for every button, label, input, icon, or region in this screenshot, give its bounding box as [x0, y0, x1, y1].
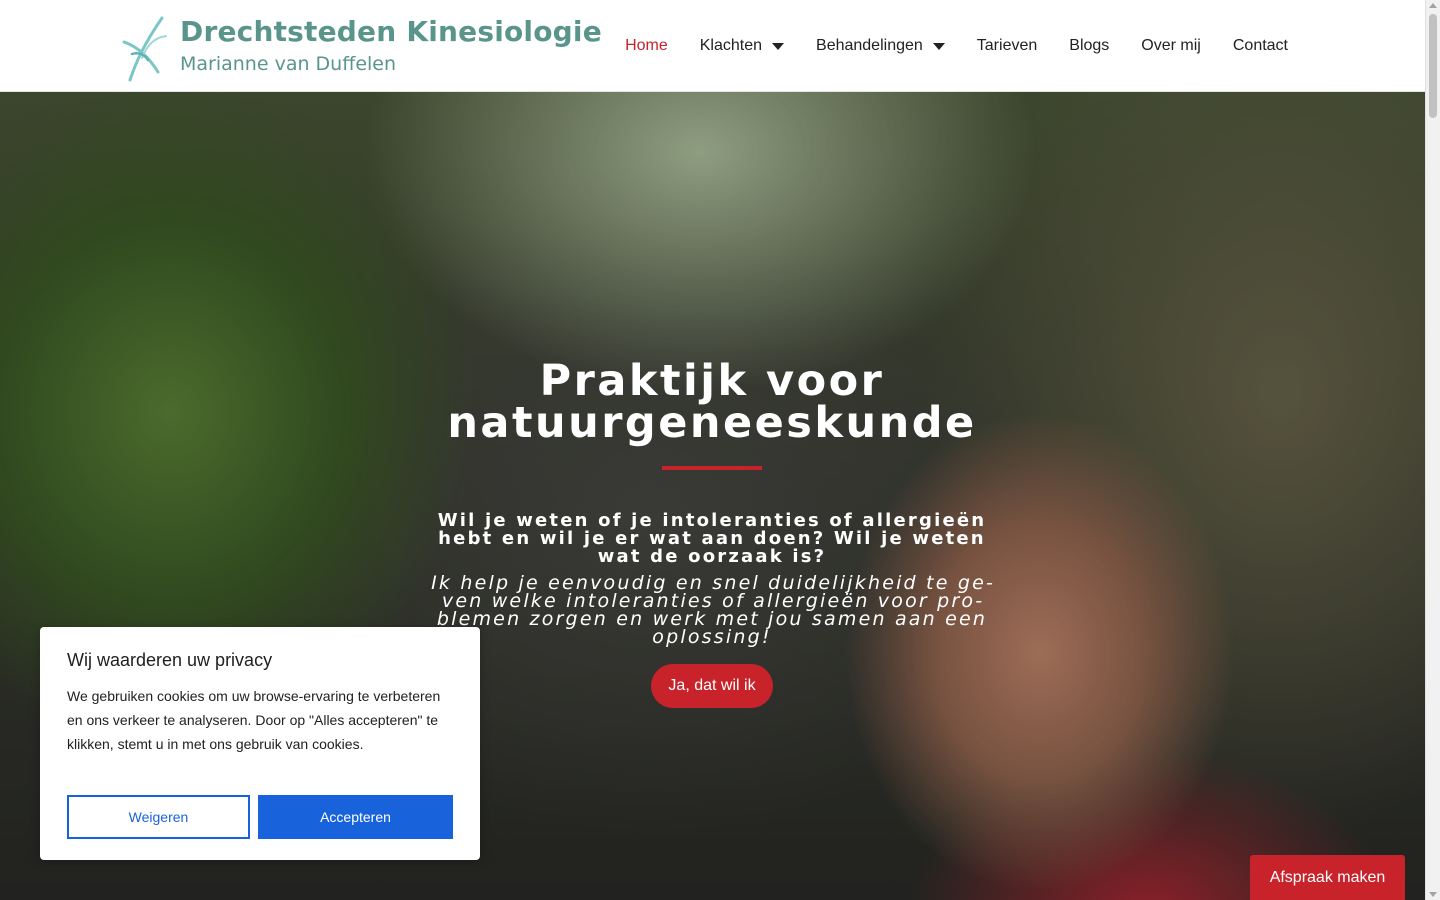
nav-label: Over mij [1141, 37, 1201, 54]
cookie-text: We gebruiken cookies om uw browse-ervari… [67, 688, 441, 752]
nav-item-klachten[interactable]: Klachten [699, 37, 785, 55]
nav-label: Tarieven [976, 37, 1038, 54]
scroll-down-icon[interactable] [1429, 892, 1437, 897]
cta-button[interactable]: Ja, dat wil ik [651, 664, 773, 708]
cookie-title: Wij waarderen uw privacy [67, 650, 273, 670]
main-nav: Home Klachten Behandelingen Tarieven Blo… [625, 0, 1288, 92]
reject-button[interactable]: Weigeren [67, 795, 250, 839]
logo[interactable]: Drechtsteden Kinesiologie Marianne van D… [122, 14, 602, 84]
scroll-thumb[interactable] [1429, 14, 1437, 118]
hero-paragraph: Ik help je eenvoudig en snel duidelijkhe… [431, 572, 993, 648]
hero-content: Praktijk voor natuurgeneeskunde Wil je w… [422, 360, 1002, 708]
nav-item-over-mij[interactable]: Over mij [1141, 37, 1201, 55]
cookie-buttons: Weigeren Accepteren [67, 795, 453, 839]
hero-divider [662, 466, 762, 470]
caret-down-icon [932, 42, 945, 50]
nav-label: Klachten [699, 37, 763, 54]
nav-label: Behandelingen [816, 37, 923, 54]
appointment-button[interactable]: Afspraak maken [1250, 855, 1405, 900]
caret-down-icon [772, 42, 785, 50]
hero-title-line2: natuurgeneeskunde [447, 398, 977, 448]
nav-item-behandelingen[interactable]: Behandelingen [816, 37, 945, 55]
brand-subtitle: Marianne van Duffelen [180, 53, 397, 75]
nav-item-tarieven[interactable]: Tarieven [977, 37, 1037, 55]
nav-label: Contact [1232, 37, 1288, 54]
logo-mark-icon [122, 16, 167, 82]
scroll-up-icon[interactable] [1429, 3, 1437, 8]
hero-title: Praktijk voor natuurgeneeskunde [422, 360, 1002, 445]
site-header: Drechtsteden Kinesiologie Marianne van D… [0, 0, 1425, 92]
accept-button[interactable]: Accepteren [258, 795, 453, 839]
hero-question: Wil je weten of je intoleranties of alle… [437, 510, 987, 567]
nav-item-blogs[interactable]: Blogs [1069, 37, 1109, 55]
scrollbar[interactable] [1425, 0, 1440, 900]
nav-label: Home [625, 37, 668, 54]
cookie-banner: Wij waarderen uw privacy We gebruiken co… [40, 627, 480, 860]
nav-label: Blogs [1069, 37, 1110, 54]
brand-title: Drechtsteden Kinesiologie [180, 15, 602, 48]
nav-item-contact[interactable]: Contact [1233, 37, 1288, 55]
nav-item-home[interactable]: Home [625, 37, 668, 55]
